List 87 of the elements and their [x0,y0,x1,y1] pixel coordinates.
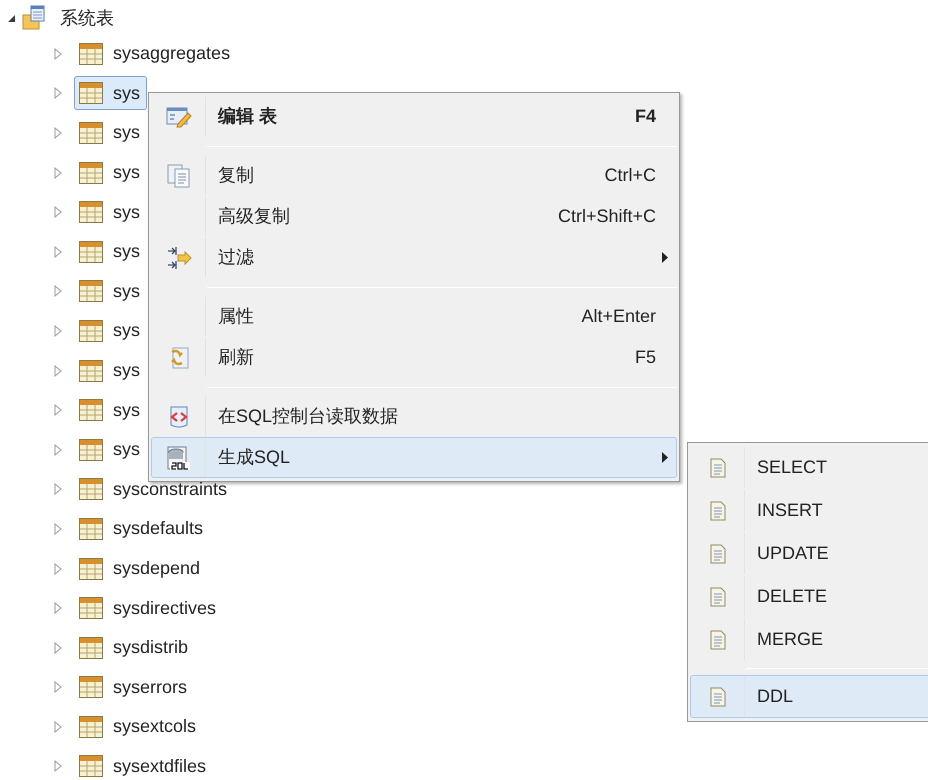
expand-arrow-icon[interactable] [54,48,62,60]
table-icon [79,478,103,500]
expand-arrow-icon[interactable] [54,642,62,654]
table-icon [79,280,103,302]
table-icon [79,558,103,580]
collapse-arrow-icon[interactable] [7,14,16,22]
table-icon [79,755,103,778]
table-icon [79,82,103,104]
tree-item[interactable]: sys [74,116,147,150]
tree-item[interactable]: sys [74,156,147,190]
tree-item[interactable]: sys [74,76,147,110]
menu-item[interactable]: 复制 Ctrl+C [151,155,677,196]
table-icon [79,360,103,382]
sql-file-icon [166,444,192,470]
expand-arrow-icon[interactable] [54,522,62,535]
expand-arrow-icon[interactable] [54,562,62,575]
expand-arrow-icon[interactable] [54,760,62,772]
table-icon [79,320,103,342]
expand-arrow-icon[interactable] [54,364,62,377]
tree-item[interactable]: sys [74,354,147,388]
document-icon [710,586,726,606]
table-icon [79,518,103,540]
shortcut-label: F4 [634,105,656,128]
expand-arrow-icon[interactable] [54,444,62,456]
expand-arrow-icon[interactable] [54,602,62,614]
table-icon [79,716,103,738]
tree-item[interactable]: 系统表 [60,4,114,32]
menu-item[interactable]: 高级复制 Ctrl+Shift+C [151,196,677,237]
tree-item[interactable]: sys [74,314,147,348]
filter-arrows-icon [166,246,192,270]
tree-item[interactable]: sys [74,432,147,467]
menu-item[interactable]: DELETE [690,575,928,618]
expand-arrow-icon[interactable] [54,87,62,100]
table-icon [79,240,103,263]
table-icon [79,636,103,659]
document-icon [710,630,726,650]
menu-item[interactable]: INSERT [690,489,928,532]
menu-item[interactable]: UPDATE [690,532,928,575]
tree-item[interactable]: sys [74,195,147,230]
shortcut-label: Alt+Enter [581,305,656,328]
menu-item[interactable]: 在SQL控制台读取数据 [151,396,677,437]
expand-arrow-icon[interactable] [54,404,62,416]
menu-item[interactable]: MERGE [690,618,928,661]
menu-item[interactable]: 生成SQL [151,437,677,478]
table-icon [79,676,103,698]
table-icon [79,162,103,184]
menu-item[interactable]: 编辑 表 F4 [151,96,677,137]
table-icon [79,438,103,461]
tree-item[interactable]: sysdistrib [74,630,196,665]
edit-pencil-icon [166,106,192,128]
table-icon [79,201,103,224]
menu-item[interactable]: DDL [690,675,928,718]
expand-arrow-icon[interactable] [54,166,62,179]
document-icon [710,544,726,564]
expand-arrow-icon[interactable] [54,285,62,298]
tree-item[interactable]: sysdirectives [74,591,224,626]
expand-arrow-icon[interactable] [54,324,62,337]
document-icon [710,686,726,706]
tree-item[interactable]: sys [74,393,147,428]
tree-item[interactable]: sysextdfiles [74,749,214,780]
tree-item[interactable]: sysdefaults [74,512,210,546]
document-icon [710,500,726,520]
tree-item[interactable]: sysaggregates [74,36,238,71]
shortcut-label: F5 [634,346,656,369]
tree-item[interactable]: syserrors [74,670,194,704]
menu-item[interactable]: 刷新 F5 [151,337,677,378]
tree-item[interactable]: sys [74,234,147,269]
menu-item[interactable]: 过滤 [151,237,677,278]
expand-arrow-icon[interactable] [54,681,62,694]
shortcut-label: Ctrl+C [604,164,656,187]
table-icon [79,42,103,65]
expand-arrow-icon[interactable] [54,126,62,139]
shortcut-label: Ctrl+Shift+C [558,205,656,228]
menu-item[interactable]: SELECT [690,446,928,489]
expand-arrow-icon[interactable] [54,720,62,733]
tree-item[interactable]: sys [74,274,147,308]
table-icon [79,399,103,422]
table-icon [79,122,103,144]
expand-arrow-icon[interactable] [54,206,62,218]
tree-item[interactable]: sysdepend [74,552,208,586]
document-icon [166,164,190,188]
tree-item[interactable]: sysextcols [74,710,204,744]
document-icon [710,458,726,478]
table-icon [79,597,103,620]
expand-arrow-icon[interactable] [54,246,62,258]
expand-arrow-icon[interactable] [54,483,62,496]
menu-item[interactable]: 属性 Alt+Enter [151,296,677,337]
